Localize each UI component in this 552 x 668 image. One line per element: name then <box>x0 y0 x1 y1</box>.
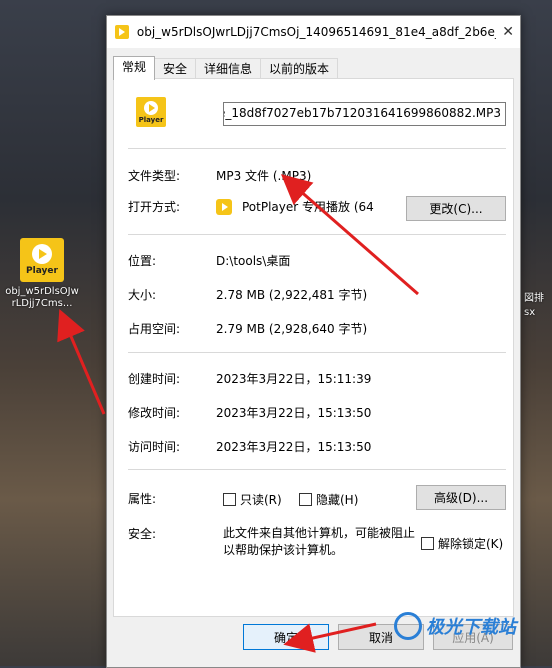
ok-button[interactable]: 确定 <box>243 624 329 650</box>
file-type-icon: Player <box>136 97 166 127</box>
checkbox-box <box>223 493 236 506</box>
potplayer-icon: Player <box>20 238 64 282</box>
location-row: 位置: D:\tools\桌面 <box>128 252 290 269</box>
advanced-button[interactable]: 高级(D)... <box>416 485 506 510</box>
close-icon[interactable]: ✕ <box>496 24 520 40</box>
size-row: 大小: 2.78 MB (2,922,481 字节) <box>128 286 367 303</box>
divider <box>128 469 506 470</box>
play-icon <box>32 244 52 264</box>
security-line1: 此文件来自其他计算机，可能被阻止 <box>223 526 416 540</box>
attr-label: 属性: <box>128 492 157 506</box>
attributes-row: 属性: <box>128 490 216 507</box>
play-icon <box>144 100 158 115</box>
type-label: 文件类型: <box>128 169 181 183</box>
type-value: MP3 文件 (.MP3) <box>216 169 312 183</box>
unblock-checkbox[interactable]: 解除锁定(K) <box>421 535 503 552</box>
readonly-checkbox[interactable]: 只读(R) <box>223 491 282 508</box>
general-panel: Player b6e_18d8f7027eb17b712031641699860… <box>113 78 514 617</box>
file-icon-label: Player <box>138 115 164 124</box>
disk-size-row: 占用空间: 2.79 MB (2,928,640 字节) <box>128 320 367 337</box>
open-value: PotPlayer 专用播放 (64 <box>242 200 374 214</box>
watermark: 极光下载站 <box>394 612 516 640</box>
tab-previous-versions[interactable]: 以前的版本 <box>260 58 339 80</box>
checkbox-box <box>421 537 434 550</box>
unblock-label: 解除锁定(K) <box>438 537 504 551</box>
tab-security[interactable]: 安全 <box>154 58 197 80</box>
created-row: 创建时间: 2023年3月22日，15:11:39 <box>128 370 371 387</box>
open-with-row: 打开方式: PotPlayer 专用播放 (64 <box>128 198 374 215</box>
tile-label: Player <box>26 266 58 276</box>
size-label: 大小: <box>128 288 157 302</box>
security-row: 安全: <box>128 525 216 542</box>
modified-row: 修改时间: 2023年3月22日，15:13:50 <box>128 404 371 421</box>
window-title: obj_w5rDlsOJwrLDjj7CmsOj_14096514691_81e… <box>136 25 497 39</box>
app-icon <box>115 25 129 39</box>
change-button[interactable]: 更改(C)... <box>406 196 506 221</box>
watermark-logo-icon <box>394 612 422 640</box>
divider <box>128 352 506 353</box>
desktop-icon-caption: obj_w5rDlsOJwrLDjj7Cms... <box>5 286 79 309</box>
divider <box>128 234 506 235</box>
tab-bar: 常规 安全 详细信息 以前的版本 <box>113 56 339 80</box>
disk-label: 占用空间: <box>128 322 181 336</box>
security-message: 此文件来自其他计算机，可能被阻止 以帮助保护该计算机。 <box>223 525 415 559</box>
tab-details[interactable]: 详细信息 <box>195 58 262 80</box>
hidden-label: 隐藏(H) <box>316 493 359 507</box>
accessed-label: 访问时间: <box>128 440 181 454</box>
desktop-right-caption: 図排 sx <box>524 292 544 320</box>
title-bar[interactable]: obj_w5rDlsOJwrLDjj7CmsOj_14096514691_81e… <box>107 16 520 48</box>
right-caption-line1: 図排 <box>524 293 544 304</box>
hidden-checkbox[interactable]: 隐藏(H) <box>299 491 358 508</box>
type-row: 文件类型: MP3 文件 (.MP3) <box>128 167 311 184</box>
checkbox-box <box>299 493 312 506</box>
divider <box>128 148 506 149</box>
created-value: 2023年3月22日，15:11:39 <box>216 372 372 386</box>
watermark-text: 极光下载站 <box>426 617 516 638</box>
tab-general[interactable]: 常规 <box>113 56 156 80</box>
potplayer-icon <box>216 198 232 215</box>
accessed-value: 2023年3月22日，15:13:50 <box>216 440 372 454</box>
properties-dialog: obj_w5rDlsOJwrLDjj7CmsOj_14096514691_81e… <box>106 15 521 668</box>
arrow-to-desktop-icon <box>57 308 106 415</box>
security-line2: 以帮助保护该计算机。 <box>223 543 344 557</box>
disk-value: 2.79 MB (2,928,640 字节) <box>216 322 368 336</box>
file-name-field[interactable]: b6e_18d8f7027eb17b712031641699860882.MP3 <box>223 102 506 126</box>
size-value: 2.78 MB (2,922,481 字节) <box>216 288 368 302</box>
location-label: 位置: <box>128 254 157 268</box>
modified-value: 2023年3月22日，15:13:50 <box>216 406 372 420</box>
open-label: 打开方式: <box>128 200 181 214</box>
accessed-row: 访问时间: 2023年3月22日，15:13:50 <box>128 438 371 455</box>
right-caption-line2: sx <box>524 307 536 318</box>
created-label: 创建时间: <box>128 372 181 386</box>
modified-label: 修改时间: <box>128 406 181 420</box>
readonly-label: 只读(R) <box>240 493 282 507</box>
file-name-value: b6e_18d8f7027eb17b712031641699860882.MP3 <box>223 106 501 120</box>
location-value: D:\tools\桌面 <box>216 254 291 268</box>
security-label: 安全: <box>128 527 157 541</box>
desktop-file-icon[interactable]: Player obj_w5rDlsOJwrLDjj7Cms... <box>4 238 80 310</box>
